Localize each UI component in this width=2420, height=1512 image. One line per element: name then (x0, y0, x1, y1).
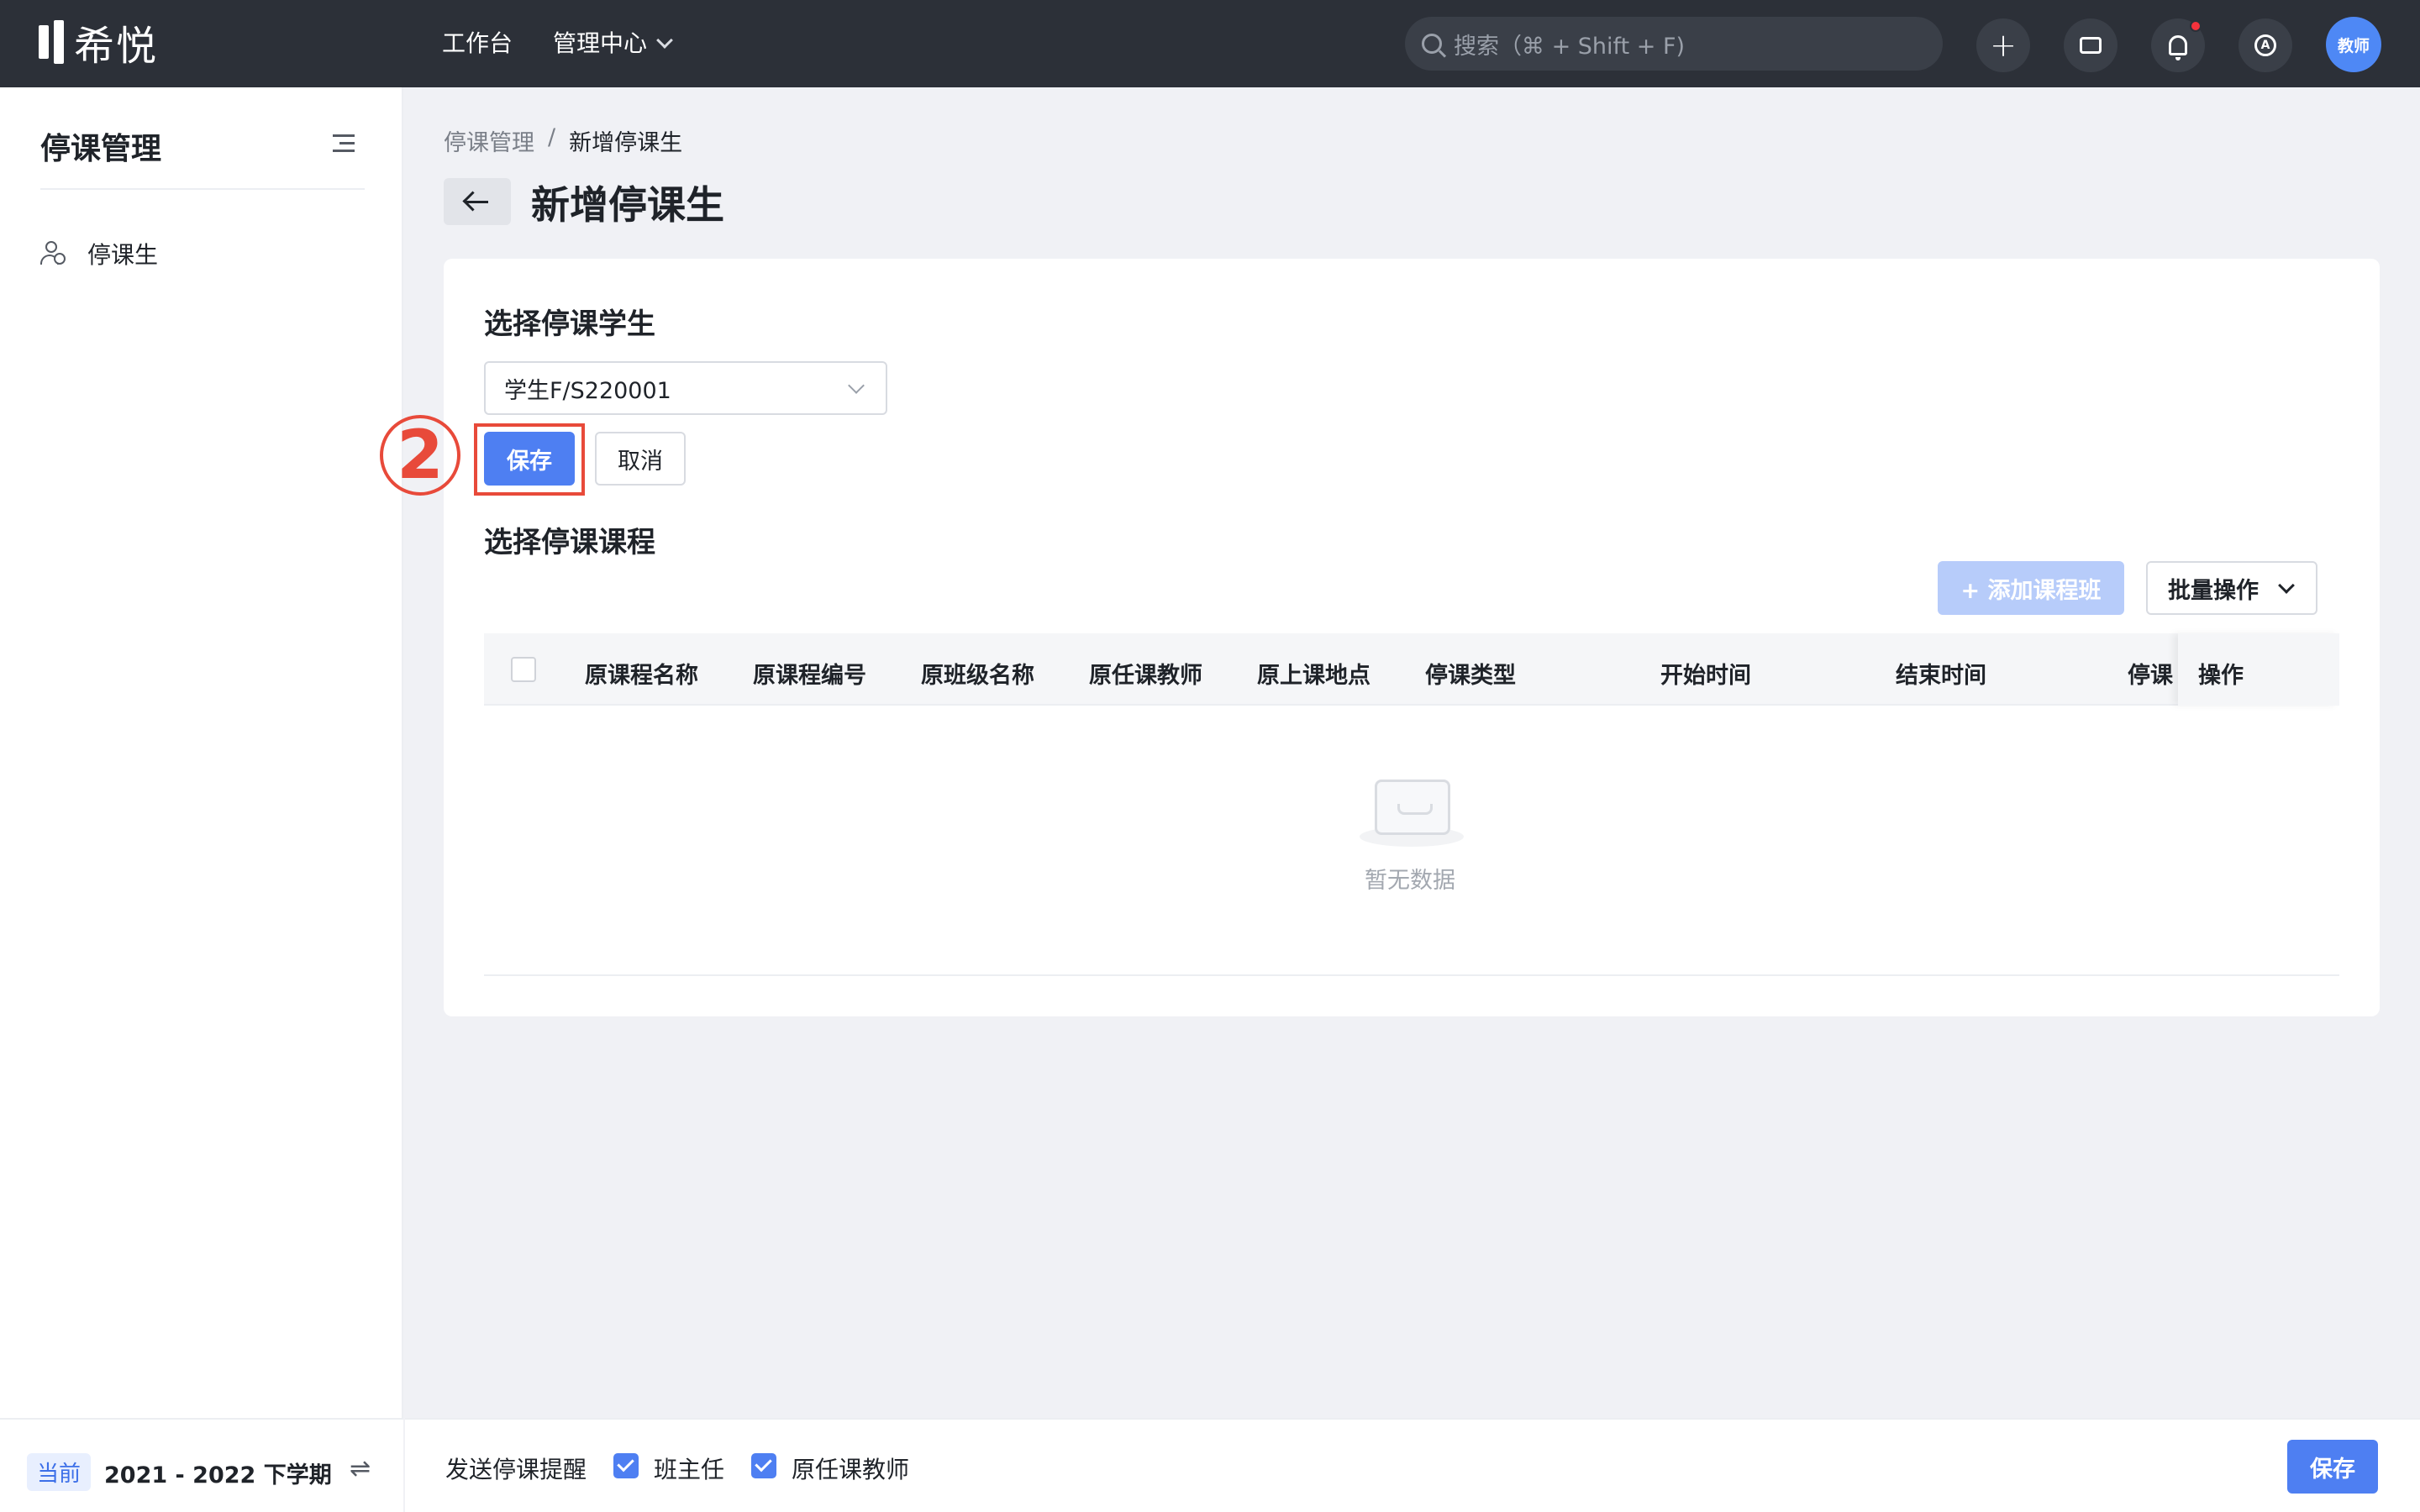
column-header[interactable]: 原课程编号 (753, 657, 866, 690)
plus-icon: + (1990, 27, 2017, 64)
batch-actions-button[interactable]: 批量操作 (2146, 561, 2317, 615)
breadcrumb-current: 新增停课生 (569, 130, 683, 156)
nav-admin-center[interactable]: 管理中心 (553, 25, 673, 62)
footer-save-button[interactable]: 保存 (2287, 1440, 2378, 1494)
message-icon (2080, 37, 2102, 54)
checkbox-homeroom-teacher[interactable] (613, 1453, 639, 1478)
column-header[interactable]: 结束时间 (1896, 657, 1986, 690)
search-bar[interactable]: 搜索（⌘ + Shift + F) (1405, 17, 1943, 71)
app-switch-button[interactable]: A (2238, 18, 2292, 72)
step-annotation: 2 (380, 415, 460, 496)
add-class-button[interactable]: + 添加课程班 (1938, 561, 2124, 615)
student-select[interactable]: 学生F/S220001 (484, 361, 887, 415)
chevron-down-icon (848, 377, 865, 394)
term-switcher: 当前 2021 - 2022 下学期 ⇌ (0, 1418, 403, 1512)
chevron-down-icon (656, 32, 673, 49)
empty-inbox-icon (1360, 780, 1464, 847)
notifications-button[interactable] (2151, 18, 2205, 72)
column-header-clipped[interactable]: 停课 (2128, 657, 2175, 690)
user-clock-icon (40, 241, 66, 266)
checkbox-homeroom-teacher-label[interactable]: 班主任 (654, 1452, 724, 1485)
collapse-menu-icon[interactable] (333, 134, 355, 153)
column-header[interactable]: 原任课教师 (1089, 657, 1202, 690)
chevron-down-icon (2278, 577, 2295, 594)
term-label: 2021 - 2022 下学期 (104, 1462, 332, 1488)
back-button[interactable] (444, 178, 511, 225)
sidebar-divider (40, 188, 365, 190)
table-bottom-border (484, 974, 2339, 976)
nav-admin-center-label: 管理中心 (553, 29, 648, 57)
a-circle-icon: A (2254, 34, 2276, 56)
breadcrumb-parent[interactable]: 停课管理 (444, 124, 534, 157)
breadcrumb: 停课管理 / 新增停课生 (444, 124, 682, 157)
top-navbar: 希悦 工作台 管理中心 搜索（⌘ + Shift + F) + A 教师 (0, 0, 2420, 87)
bell-icon (2169, 35, 2187, 60)
nav-workbench[interactable]: 工作台 (442, 25, 513, 62)
footer-action-bar: 发送停课提醒 班主任 原任课教师 保存 (405, 1418, 2420, 1512)
empty-state-text: 暂无数据 (1365, 868, 1455, 894)
avatar[interactable]: 教师 (2326, 17, 2381, 72)
logo-text: 希悦 (74, 23, 159, 70)
student-select-value: 学生F/S220001 (504, 377, 671, 404)
course-section-title: 选择停课课程 (484, 526, 655, 559)
save-button[interactable]: 保存 (484, 432, 575, 486)
app-logo[interactable]: 希悦 (39, 18, 158, 70)
arrow-left-icon (466, 200, 488, 203)
batch-actions-label: 批量操作 (2168, 577, 2259, 604)
column-header[interactable]: 开始时间 (1660, 657, 1751, 690)
search-placeholder: 搜索（⌘ + Shift + F) (1454, 33, 1686, 60)
checkbox-original-teacher-label[interactable]: 原任课教师 (792, 1452, 909, 1485)
breadcrumb-separator: / (548, 124, 556, 150)
sidebar-item-suspended-students[interactable]: 停课生 (40, 237, 158, 270)
column-header[interactable]: 原上课地点 (1257, 657, 1370, 690)
notification-dot (2190, 20, 2202, 32)
actions-column-header: 操作 (2178, 633, 2339, 706)
form-card: 选择停课学生 学生F/S220001 2 保存 取消 选择停课课程 + 添加课程… (380, 259, 2380, 1016)
sidebar-title: 停课管理 (40, 132, 162, 166)
swap-icon[interactable]: ⇌ (350, 1457, 375, 1482)
table-header: 原课程名称 原课程编号 原班级名称 原任课教师 原上课地点 停课类型 开始时间 … (484, 633, 2339, 706)
student-section-title: 选择停课学生 (484, 307, 655, 341)
create-button[interactable]: + (1976, 18, 2030, 72)
logo-mark-icon (39, 20, 64, 64)
page-title: 新增停课生 (531, 182, 724, 228)
search-icon (1422, 34, 1442, 54)
notify-label: 发送停课提醒 (445, 1456, 587, 1483)
column-header: 操作 (2198, 663, 2244, 689)
messages-button[interactable] (2064, 18, 2118, 72)
select-all-checkbox[interactable] (511, 657, 536, 682)
sidebar: 停课管理 停课生 当前 2021 - 2022 下学期 ⇌ (0, 87, 403, 1512)
column-header[interactable]: 原班级名称 (921, 657, 1034, 690)
column-header[interactable]: 原课程名称 (585, 657, 698, 690)
checkbox-original-teacher[interactable] (751, 1453, 776, 1478)
column-header[interactable]: 停课类型 (1425, 657, 1516, 690)
sidebar-item-label: 停课生 (87, 241, 159, 269)
cancel-button[interactable]: 取消 (595, 432, 686, 486)
current-term-badge: 当前 (27, 1453, 92, 1491)
nav-workbench-label: 工作台 (442, 29, 513, 57)
